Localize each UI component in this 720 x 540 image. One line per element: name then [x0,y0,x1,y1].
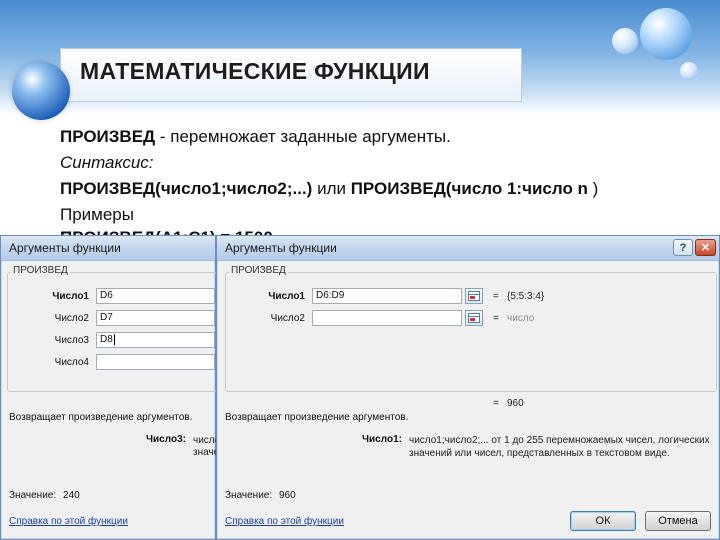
slide-title: МАТЕМАТИЧЕСКИЕ ФУНКЦИИ [80,58,430,84]
group-label: ПРОИЗВЕД [229,265,288,276]
arg-label-4: Число4 [54,357,89,368]
arg-desc-label: Число1: [362,434,402,445]
arg-label-3: Число3 [54,335,89,346]
function-arguments-dialog-left: Аргументы функции ПРОИЗВЕД Число1 D6 Чис… [0,235,220,540]
close-icon[interactable]: ✕ [695,239,716,256]
decor-bubble [680,62,698,80]
syntax-form-1: ПРОИЗВЕД(число1;число2;...) [60,179,313,198]
arg-label-1: Число1 [52,291,89,302]
arg-result-1: {5:5:3:4} [507,291,545,302]
arg-label-2: Число2 [270,313,305,324]
dialog-titlebar: Аргументы функции ? ✕ [217,236,719,261]
arg-input-1[interactable]: D6:D9 [312,288,462,304]
arg-input-1[interactable]: D6 [96,288,215,304]
slide-line-examples: Примеры [60,205,134,224]
arg-desc-label: Число3: [146,434,186,445]
function-arguments-dialog-right: Аргументы функции ? ✕ ПРОИЗВЕД Число1 D6… [216,235,720,540]
total-equals: = [493,398,499,409]
result-label: Значение: [225,490,273,501]
cancel-button[interactable]: Отмена [645,511,711,531]
arg-desc-line-1: число1;число2;... от 1 до 255 перемножае… [409,435,710,446]
help-icon[interactable]: ? [673,239,693,256]
arg-equals-1: = [493,291,499,302]
help-link[interactable]: Справка по этой функции [225,516,344,527]
result-label: Значение: [9,490,57,501]
arg-equals-2: = [493,313,499,324]
function-description: - перемножает заданные аргументы. [155,127,451,146]
syntax-close: ) [587,179,599,198]
slide-line-syntax: Синтаксис: [60,153,154,172]
total-result: 960 [507,398,524,409]
result-value: 240 [63,490,80,501]
syntax-or: или [312,179,351,198]
dialog-title: Аргументы функции [225,241,337,255]
help-link[interactable]: Справка по этой функции [9,516,128,527]
arg-label-2: Число2 [54,313,89,324]
decor-bubble [612,28,638,54]
text-caret [113,333,115,345]
range-select-icon[interactable] [465,310,483,326]
arg-label-1: Число1 [268,291,305,302]
result-value: 960 [279,490,296,501]
arg-input-4[interactable] [96,354,215,370]
group-label: ПРОИЗВЕД [11,265,70,276]
dialog-title: Аргументы функции [9,241,121,255]
ok-button[interactable]: ОК [570,511,636,531]
syntax-form-2: ПРОИЗВЕД(число 1:число n [350,179,588,198]
decor-bubble [640,8,692,60]
dialog-titlebar: Аргументы функции [1,236,215,261]
slide-line-syntax-value: ПРОИЗВЕД(число1;число2;...) или ПРОИЗВЕД… [60,179,598,199]
function-description: Возвращает произведение аргументов. [225,412,409,423]
arg-result-2: число [507,313,535,324]
slide-line-1: ПРОИЗВЕД - перемножает заданные аргумент… [60,127,451,147]
arg-input-3[interactable]: D8 [96,332,215,348]
arg-input-2[interactable]: D7 [96,310,215,326]
decor-bubble [12,62,70,120]
function-name: ПРОИЗВЕД [60,127,156,146]
arg-input-2[interactable] [312,310,462,326]
function-description: Возвращает произведение аргументов. [9,412,193,423]
range-select-icon[interactable] [465,288,483,304]
arg-desc-line-2: значений или чисел, представленных в тек… [409,448,670,459]
arg-input-3-value: D8 [100,334,113,345]
